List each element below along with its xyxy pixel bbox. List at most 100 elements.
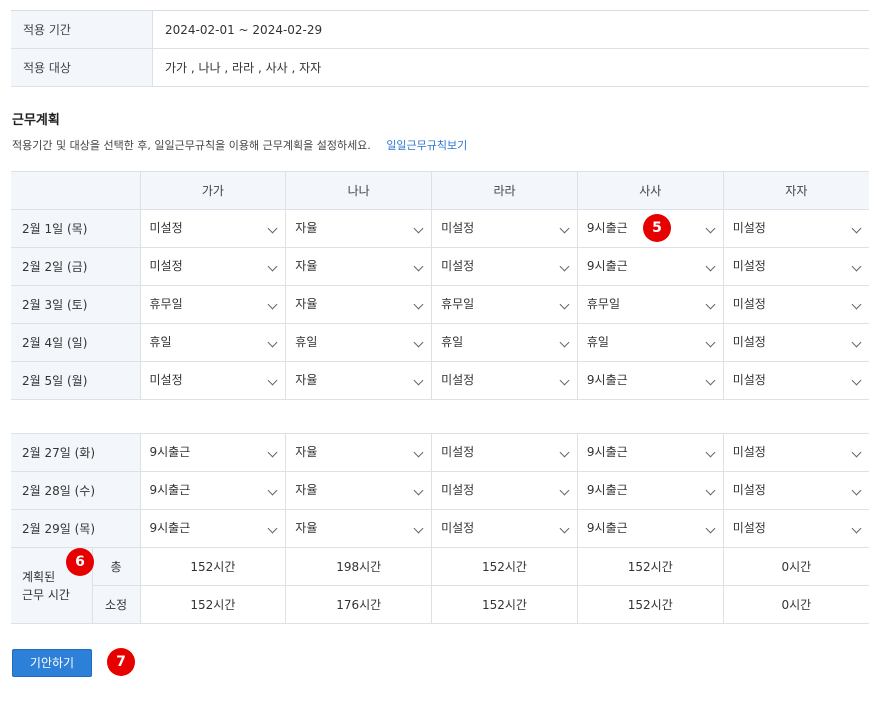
schedule-cell: 9시출근 (576, 247, 724, 286)
schedule-cell: 미설정 (139, 247, 287, 286)
date-cell: 2월 5일 (월) (11, 361, 141, 400)
schedule-select[interactable]: 자율 (286, 472, 431, 509)
daily-rule-link[interactable]: 일일근무규칙보기 (386, 139, 467, 152)
column-header: 사사 (576, 171, 724, 210)
schedule-select[interactable]: 자율 (286, 362, 431, 399)
schedule-select[interactable]: 휴일 (432, 324, 577, 361)
schedule-select[interactable]: 휴일 (286, 324, 431, 361)
schedule-cell: 미설정 (431, 247, 578, 286)
chevron-down-icon (413, 447, 424, 458)
chevron-down-icon (559, 337, 570, 348)
schedule-cell: 미설정 (722, 247, 869, 286)
schedule-cell: 9시출근 (576, 509, 724, 548)
schedule-select[interactable]: 자율 (286, 248, 431, 285)
chevron-down-icon (705, 261, 716, 272)
schedule-select[interactable]: 미설정 (432, 362, 577, 399)
schedule-value: 휴일 (149, 335, 172, 349)
schedule-select[interactable]: 미설정 (724, 210, 869, 247)
schedule-cell: 미설정 (431, 509, 578, 548)
schedule-select[interactable]: 미설정 (432, 510, 577, 547)
chevron-down-icon (705, 447, 716, 458)
header-row: 가가 나나 라라 사사 자자 (11, 171, 869, 210)
chevron-down-icon (705, 375, 716, 386)
table-row: 2월 4일 (일) 휴일 휴일 휴일 휴일 미설정 (11, 323, 869, 362)
schedule-select[interactable]: 자율 (286, 434, 431, 471)
regular-hours: 152시간 (139, 585, 287, 624)
schedule-select[interactable]: 9시출근 (141, 434, 286, 471)
table-row: 2월 2일 (금) 미설정 자율 미설정 9시출근 미설정 (11, 247, 869, 286)
schedule-value: 미설정 (732, 373, 766, 387)
total-hours: 0시간 (722, 547, 869, 586)
schedule-select[interactable]: 휴일 (578, 324, 723, 361)
plan-table-top: 가가 나나 라라 사사 자자 2월 1일 (목) 미설정 자율 미설정 9시출근 미설정 2… (11, 171, 869, 400)
chevron-down-icon (705, 523, 716, 534)
schedule-cell: 미설정 (722, 323, 869, 362)
schedule-select[interactable]: 9시출근 (578, 248, 723, 285)
info-table: 적용 기간 2024-02-01 ~ 2024-02-29 적용 대상 가가 ,… (11, 10, 869, 87)
step-badge-6: 6 (66, 548, 94, 576)
schedule-cell: 미설정 (139, 209, 287, 248)
schedule-select[interactable]: 미설정 (724, 434, 869, 471)
submit-draft-button[interactable]: 기안하기 (12, 649, 92, 677)
schedule-select[interactable]: 자율 (286, 210, 431, 247)
schedule-select[interactable]: 휴무일 (578, 286, 723, 323)
schedule-select[interactable]: 9시출근 (578, 472, 723, 509)
schedule-select[interactable]: 미설정 (432, 248, 577, 285)
schedule-select[interactable]: 휴일 (141, 324, 286, 361)
chevron-down-icon (705, 337, 716, 348)
chevron-down-icon (413, 223, 424, 234)
chevron-down-icon (559, 375, 570, 386)
schedule-select[interactable]: 미설정 (724, 286, 869, 323)
schedule-select[interactable]: 미설정 (432, 210, 577, 247)
schedule-select[interactable]: 미설정 (141, 248, 286, 285)
schedule-select[interactable]: 미설정 (724, 472, 869, 509)
chevron-down-icon (413, 523, 424, 534)
date-cell: 2월 2일 (금) (11, 247, 141, 286)
schedule-select[interactable]: 미설정 (141, 362, 286, 399)
chevron-down-icon (267, 447, 278, 458)
description-text: 적용기간 및 대상을 선택한 후, 일일근무규칙을 이용해 근무계획을 설정하세… (12, 139, 371, 152)
schedule-cell: 9시출근 (576, 361, 724, 400)
schedule-select[interactable]: 자율 (286, 510, 431, 547)
schedule-value: 9시출근 (149, 521, 191, 535)
schedule-value: 미설정 (441, 373, 475, 387)
schedule-select[interactable]: 9시출근 (141, 472, 286, 509)
schedule-cell: 자율 (285, 209, 433, 248)
schedule-cell: 자율 (285, 247, 433, 286)
table-row: 2월 5일 (월) 미설정 자율 미설정 9시출근 미설정 (11, 361, 869, 400)
column-header: 나나 (285, 171, 433, 210)
schedule-cell: 미설정 (722, 361, 869, 400)
schedule-select[interactable]: 미설정 (141, 210, 286, 247)
chevron-down-icon (705, 299, 716, 310)
chevron-down-icon (851, 261, 862, 272)
schedule-value: 휴무일 (441, 297, 475, 311)
schedule-cell: 미설정 (722, 509, 869, 548)
schedule-select[interactable]: 9시출근 (578, 510, 723, 547)
schedule-select[interactable]: 미설정 (432, 434, 577, 471)
total-hours: 198시간 (285, 547, 433, 586)
schedule-select[interactable]: 9시출근 (141, 510, 286, 547)
schedule-cell: 미설정 (722, 471, 869, 510)
schedule-value: 9시출근 (586, 483, 628, 497)
schedule-value: 미설정 (441, 445, 475, 459)
schedule-select[interactable]: 휴무일 (141, 286, 286, 323)
schedule-cell: 휴일 (576, 323, 724, 362)
schedule-select[interactable]: 자율 (286, 286, 431, 323)
schedule-select[interactable]: 미설정 (724, 362, 869, 399)
section-title: 근무계획 (12, 113, 60, 128)
schedule-cell: 미설정 (431, 209, 578, 248)
table-row: 2월 27일 (화) 9시출근 자율 미설정 9시출근 미설정 (11, 433, 869, 472)
schedule-cell: 휴일 (431, 323, 578, 362)
table-row: 2월 28일 (수) 9시출근 자율 미설정 9시출근 미설정 (11, 471, 869, 510)
schedule-select[interactable]: 휴무일 (432, 286, 577, 323)
schedule-select[interactable]: 9시출근 (578, 434, 723, 471)
schedule-cell: 미설정 (431, 471, 578, 510)
schedule-select[interactable]: 미설정 (432, 472, 577, 509)
schedule-select[interactable]: 미설정 (724, 510, 869, 547)
schedule-select[interactable]: 미설정 (724, 324, 869, 361)
schedule-value: 휴일 (295, 335, 318, 349)
schedule-value: 자율 (295, 259, 318, 273)
schedule-select[interactable]: 9시출근 (578, 362, 723, 399)
schedule-cell: 휴일 (139, 323, 287, 362)
schedule-select[interactable]: 미설정 (724, 248, 869, 285)
